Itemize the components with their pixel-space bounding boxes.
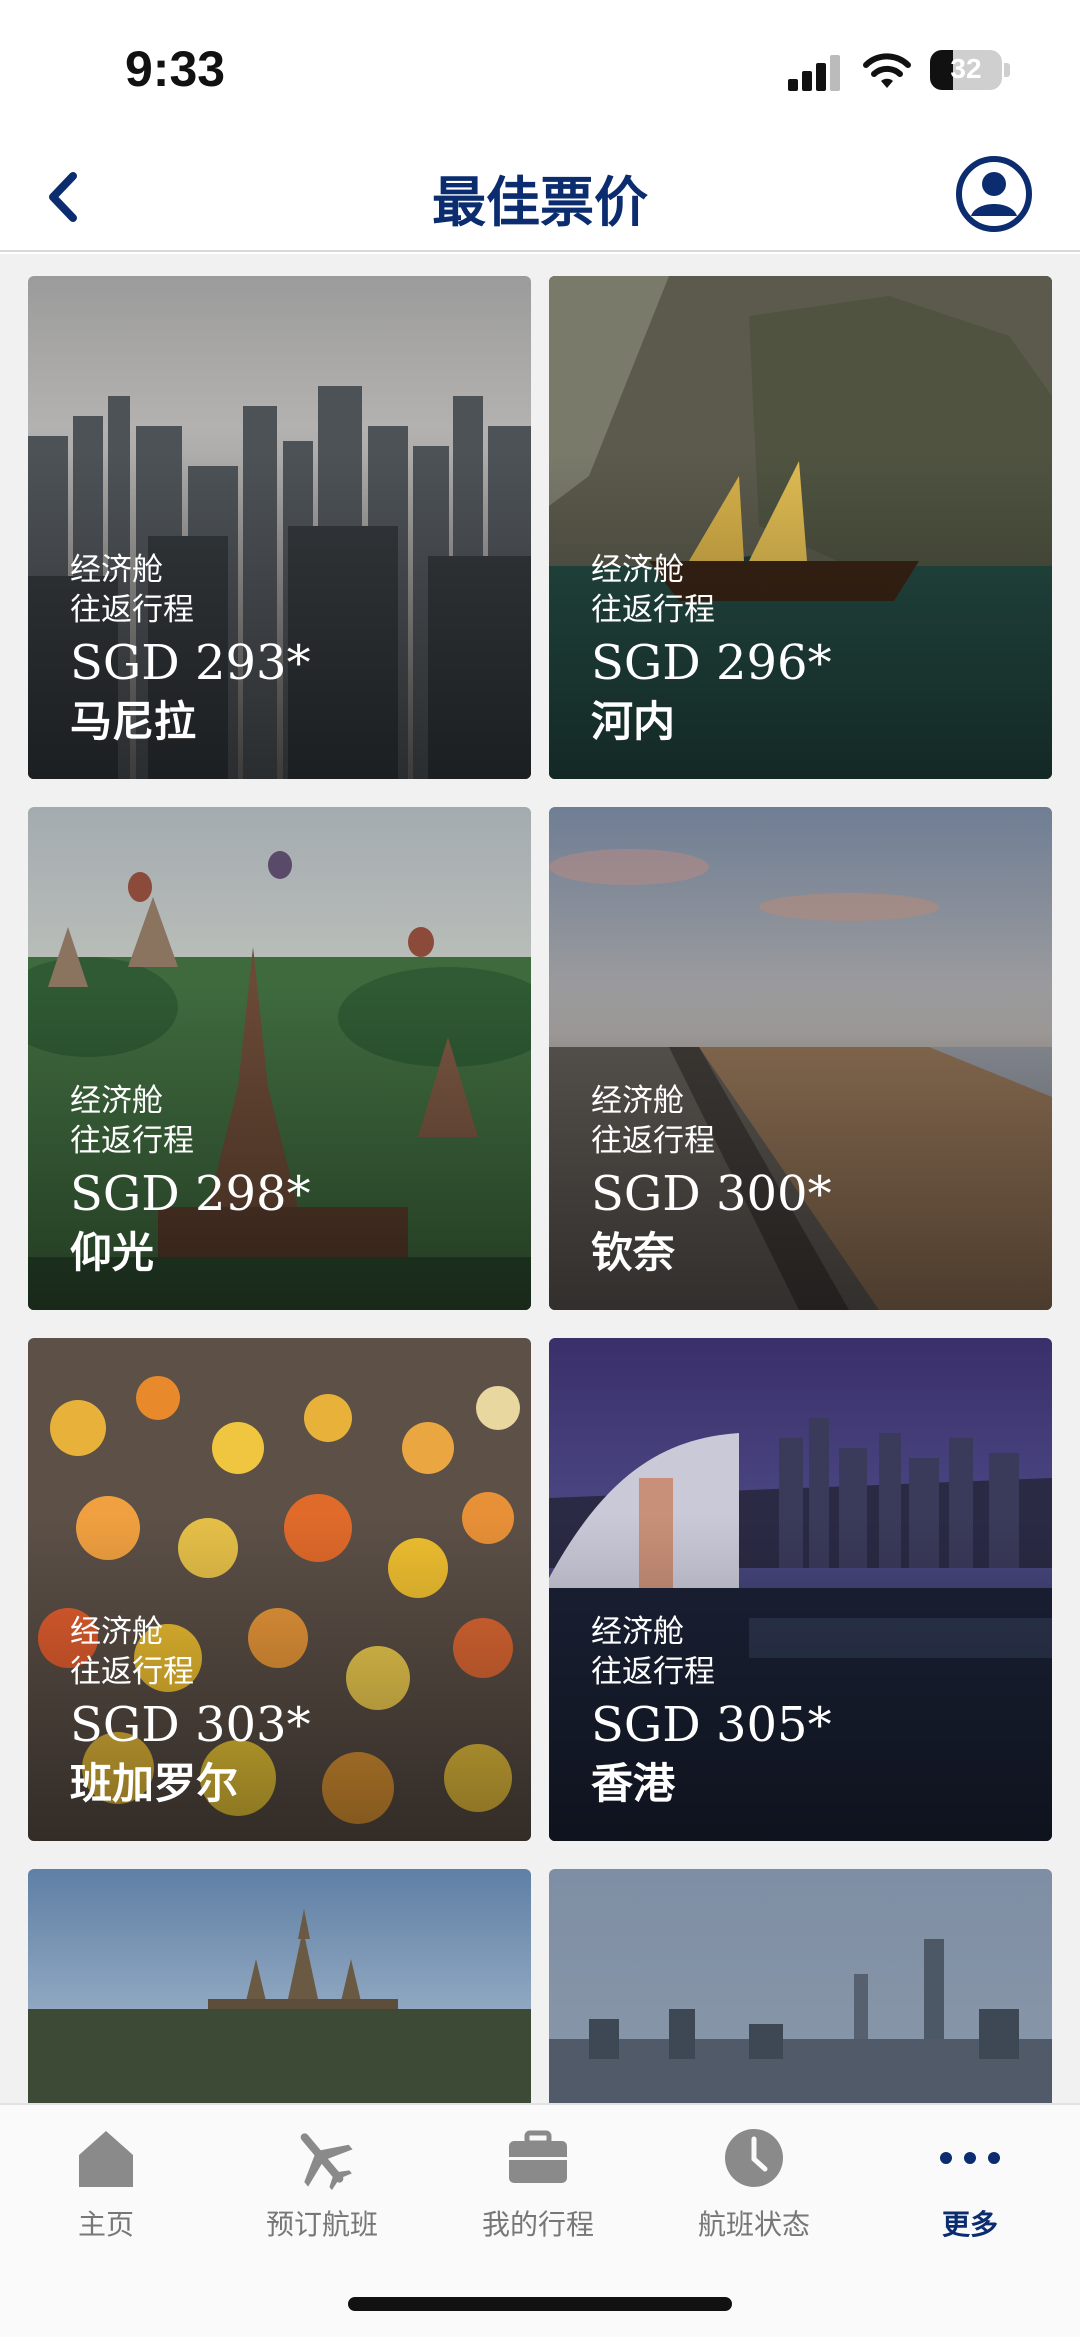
trip-type: 往返行程 [70,592,194,628]
fare-list: 经济舱 往返行程 SGD 293* 马尼拉 经济舱 往返行程 SGD 296* … [0,254,1080,2103]
tab-my-trips[interactable]: 我的行程 [438,2123,638,2243]
clock-icon [725,2129,783,2187]
tab-label: 我的行程 [481,2208,594,2241]
fare-price: SGD 298* [70,1166,311,1222]
cabin-class: 经济舱 [70,1614,163,1650]
header-bar: 最佳票价 [0,140,1080,252]
more-icon [940,2152,1000,2164]
trip-type: 往返行程 [70,1654,194,1690]
home-icon [79,2131,133,2187]
cabin-class: 经济舱 [591,552,684,588]
tab-label: 预订航班 [265,2208,378,2241]
angkor-photo [28,1869,531,2103]
destination-city: 班加罗尔 [70,1759,239,1808]
fare-card-partial-right[interactable] [549,1869,1052,2103]
cabin-class: 经济舱 [70,1083,163,1119]
fare-card-hong-kong[interactable]: 经济舱 往返行程 SGD 305* 香港 [549,1338,1052,1841]
destination-city: 仰光 [70,1228,155,1277]
tab-home[interactable]: 主页 [6,2123,206,2243]
cabin-class: 经济舱 [70,552,163,588]
battery-tip [1004,63,1010,77]
plane-icon [300,2133,353,2191]
cabin-class: 经济舱 [591,1614,684,1650]
page-title: 最佳票价 [432,171,648,234]
home-indicator[interactable] [348,2297,732,2311]
tab-label: 航班状态 [697,2208,810,2241]
battery-icon: 32 [930,50,1002,90]
fare-card-yangon[interactable]: 经济舱 往返行程 SGD 298* 仰光 [28,807,531,1310]
trip-type: 往返行程 [591,1123,715,1159]
destination-city: 马尼拉 [70,697,197,746]
trip-type: 往返行程 [70,1123,194,1159]
profile-icon[interactable] [954,154,1034,234]
trip-type: 往返行程 [591,1654,715,1690]
fare-card-manila[interactable]: 经济舱 往返行程 SGD 293* 马尼拉 [28,276,531,779]
cellular-signal-icon [788,55,844,91]
destination-city: 香港 [591,1759,676,1808]
fare-price: SGD 293* [70,635,311,691]
fare-price: SGD 303* [70,1697,311,1753]
status-bar: 9:33 32 [0,0,1080,140]
fare-price: SGD 296* [591,635,832,691]
wifi-icon [863,53,911,88]
battery-level: 32 [950,53,982,84]
fare-price: SGD 305* [591,1697,832,1753]
fare-card-chennai[interactable]: 经济舱 往返行程 SGD 300* 钦奈 [549,807,1052,1310]
tab-book-flight[interactable]: 预订航班 [222,2123,422,2243]
fare-card-hanoi[interactable]: 经济舱 往返行程 SGD 296* 河内 [549,276,1052,779]
fare-price: SGD 300* [591,1166,832,1222]
fare-card-partial-left[interactable] [28,1869,531,2103]
status-time: 9:33 [125,41,226,97]
fare-card-bangalore[interactable]: 经济舱 往返行程 SGD 303* 班加罗尔 [28,1338,531,1841]
trip-type: 往返行程 [591,592,715,628]
tab-more[interactable]: 更多 [870,2123,1070,2243]
tab-label: 更多 [941,2208,998,2241]
skyline-photo [549,1869,1052,2103]
tab-label: 主页 [77,2208,134,2241]
destination-city: 钦奈 [591,1228,676,1277]
destination-city: 河内 [591,697,676,746]
briefcase-icon [509,2130,567,2183]
tab-flight-status[interactable]: 航班状态 [654,2123,854,2243]
cabin-class: 经济舱 [591,1083,684,1119]
